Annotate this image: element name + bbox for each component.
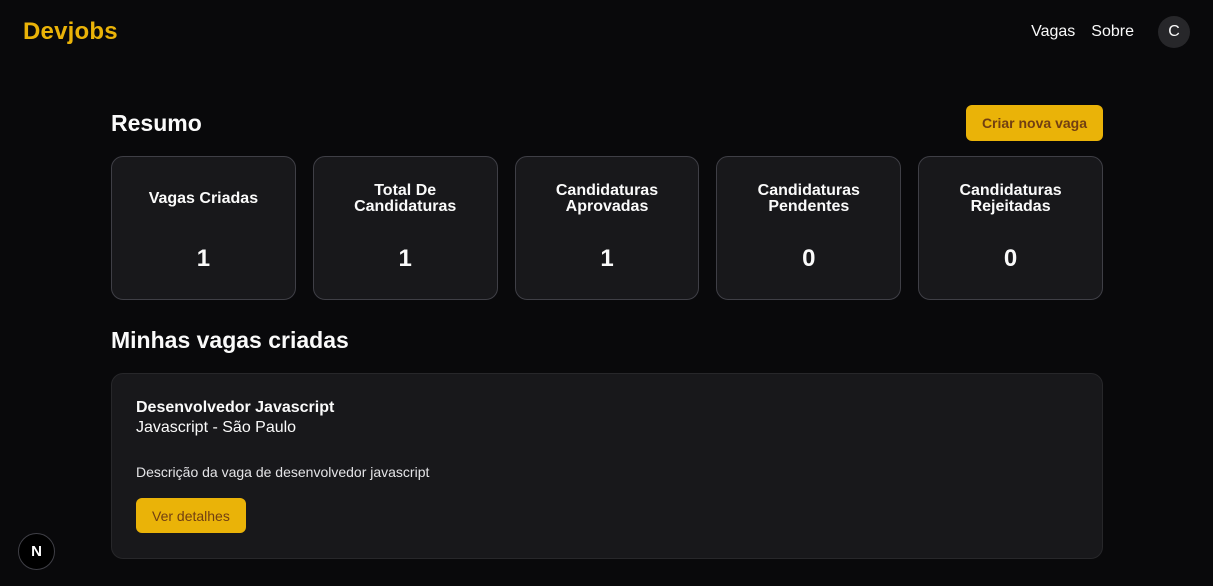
stat-value: 1 — [398, 245, 412, 272]
my-jobs-title: Minhas vagas criadas — [111, 327, 349, 353]
stat-card-pending-applications: Candidaturas Pendentes 0 — [716, 156, 902, 300]
stat-value: 0 — [1003, 245, 1018, 272]
stat-label: Vagas Criadas — [148, 190, 259, 207]
job-title: Desenvolvedor Javascript — [136, 399, 335, 416]
top-navbar: Devjobs Vagas Sobre C — [0, 0, 1213, 64]
logo[interactable]: Devjobs — [23, 18, 118, 46]
stat-label: Candidaturas Pendentes — [757, 182, 860, 215]
dashboard: Resumo Criar nova vaga Vagas Criadas 1 T… — [111, 100, 1103, 559]
job-meta: Javascript - São Paulo — [136, 419, 297, 436]
nav-link-sobre[interactable]: Sobre — [1091, 23, 1134, 41]
view-details-button[interactable]: Ver detalhes — [136, 498, 246, 533]
stat-value: 0 — [802, 245, 816, 272]
avatar[interactable]: C — [1158, 16, 1190, 48]
stat-label: Candidaturas Rejeitadas — [959, 182, 1062, 215]
stat-card-jobs-created: Vagas Criadas 1 — [111, 156, 296, 300]
nextjs-devtools-icon[interactable]: N — [18, 533, 55, 570]
job-description: Descrição da vaga de desenvolvedor javas… — [136, 464, 430, 480]
job-card: Desenvolvedor Javascript Javascript - Sã… — [111, 373, 1103, 559]
nav-link-vagas[interactable]: Vagas — [1031, 23, 1075, 41]
create-job-button[interactable]: Criar nova vaga — [965, 105, 1103, 141]
stat-value: 1 — [600, 245, 614, 272]
stat-card-approved-applications: Candidaturas Aprovadas 1 — [514, 156, 700, 300]
summary-cards: Vagas Criadas 1 Total De Candidaturas 1 … — [111, 156, 1103, 300]
summary-header: Resumo Criar nova vaga — [111, 100, 1103, 146]
summary-title: Resumo — [111, 109, 202, 136]
stat-label: Candidaturas Aprovadas — [555, 182, 659, 215]
main-nav: Vagas Sobre C — [1031, 16, 1190, 48]
stat-label: Total De Candidaturas — [354, 182, 457, 215]
stat-value: 1 — [196, 245, 211, 272]
stat-card-rejected-applications: Candidaturas Rejeitadas 0 — [918, 156, 1103, 300]
stat-card-total-applications: Total De Candidaturas 1 — [312, 156, 498, 300]
